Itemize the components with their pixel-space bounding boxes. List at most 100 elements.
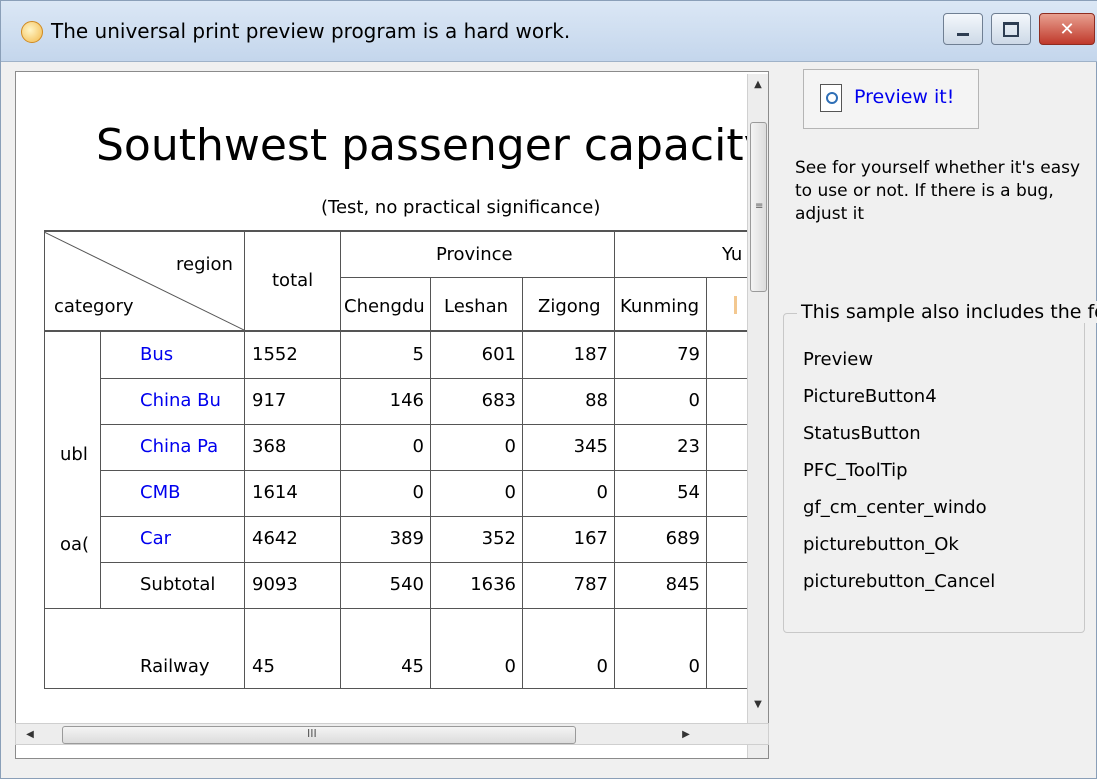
- description-text: See for yourself whether it's easy to us…: [795, 158, 1081, 224]
- column-header: Leshan: [444, 296, 509, 317]
- window-title: The universal print preview program is a…: [51, 19, 571, 43]
- header-group-province: Province: [436, 244, 513, 265]
- row-value: 5: [412, 344, 424, 365]
- row-value: 0: [596, 656, 608, 677]
- preview-button-label: Preview it!: [854, 86, 955, 108]
- group-header-line: [340, 277, 747, 278]
- col-line: [340, 230, 341, 688]
- row-total: 917: [252, 390, 287, 411]
- row-value: 0: [412, 482, 424, 503]
- close-button[interactable]: ✕: [1039, 13, 1095, 45]
- row-value: 601: [481, 344, 516, 365]
- row-value: 352: [481, 528, 516, 549]
- row-value: 683: [481, 390, 516, 411]
- row-label-link[interactable]: China Pa: [140, 436, 218, 458]
- row-value: 187: [573, 344, 608, 365]
- column-header: Zigong: [538, 296, 601, 317]
- row-line: [100, 470, 747, 471]
- vertical-scroll-thumb[interactable]: ≡: [750, 122, 767, 292]
- column-header: Kunming: [620, 296, 700, 317]
- preview-icon: [820, 84, 842, 112]
- app-icon: [21, 21, 43, 43]
- feature-item: PictureButton4: [803, 386, 937, 407]
- row-value: 345: [573, 436, 608, 457]
- col-line: [100, 332, 101, 608]
- header-region: region: [176, 254, 233, 275]
- row-total: 45: [252, 656, 275, 677]
- row-line: [44, 608, 747, 609]
- header-total: total: [272, 270, 314, 291]
- row-value: 0: [596, 482, 608, 503]
- row-line: [100, 516, 747, 517]
- clipped-column-marker: [734, 296, 737, 314]
- row-line: [100, 562, 747, 563]
- row-value: 88: [585, 390, 608, 411]
- minimize-icon: [944, 14, 982, 44]
- row-value: 0: [504, 482, 516, 503]
- row-value: 389: [389, 528, 424, 549]
- header-bottom-line: [44, 330, 747, 332]
- group-label: ubl: [60, 444, 88, 465]
- scroll-left-icon[interactable]: ◀: [20, 724, 40, 744]
- row-value: 1636: [470, 574, 516, 595]
- row-label-link[interactable]: China Bu: [140, 390, 221, 412]
- col-line: [614, 230, 615, 688]
- row-value: 45: [401, 656, 424, 677]
- row-value: 167: [573, 528, 608, 549]
- horizontal-scrollbar[interactable]: ◀ III ▶: [15, 723, 769, 745]
- row-label-link[interactable]: CMB: [140, 482, 180, 504]
- row-value: 146: [389, 390, 424, 411]
- feature-item: picturebutton_Ok: [803, 534, 959, 555]
- table-border-bottom: [44, 688, 747, 689]
- report-subtitle: (Test, no practical significance): [321, 197, 601, 218]
- row-line: [100, 378, 747, 379]
- feature-item: PFC_ToolTip: [803, 460, 908, 481]
- feature-item: gf_cm_center_windo: [803, 497, 987, 518]
- minimize-button[interactable]: [943, 13, 983, 45]
- row-label: Subtotal: [140, 574, 216, 595]
- group-label: oa(: [60, 534, 90, 555]
- scroll-up-icon[interactable]: ▲: [748, 74, 768, 94]
- col-line: [706, 278, 707, 688]
- row-line: [100, 424, 747, 425]
- row-value: 0: [688, 390, 700, 411]
- row-value: 0: [688, 656, 700, 677]
- row-label-link[interactable]: Bus: [140, 344, 173, 366]
- row-value: 0: [412, 436, 424, 457]
- row-value: 23: [677, 436, 700, 457]
- row-value: 0: [504, 436, 516, 457]
- row-total: 1552: [252, 344, 298, 365]
- row-value: 540: [389, 574, 424, 595]
- report-title: Southwest passenger capacity sta: [96, 120, 769, 171]
- row-label: Railway: [140, 656, 210, 677]
- row-value: 79: [677, 344, 700, 365]
- row-total: 1614: [252, 482, 298, 503]
- horizontal-scroll-thumb[interactable]: III: [62, 726, 576, 744]
- feature-item: picturebutton_Cancel: [803, 571, 996, 592]
- row-value: 689: [665, 528, 700, 549]
- close-icon: ✕: [1059, 18, 1075, 40]
- grip-icon: ≡: [755, 201, 764, 212]
- grip-icon: III: [307, 727, 317, 740]
- row-value: 787: [573, 574, 608, 595]
- title-bar[interactable]: The universal print preview program is a…: [1, 1, 1097, 62]
- row-value: 0: [504, 656, 516, 677]
- row-total: 368: [252, 436, 287, 457]
- row-total: 9093: [252, 574, 298, 595]
- row-label-link[interactable]: Car: [140, 528, 171, 550]
- maximize-button[interactable]: [991, 13, 1031, 45]
- app-window: The universal print preview program is a…: [0, 0, 1097, 779]
- scroll-down-icon[interactable]: ▼: [748, 694, 768, 714]
- row-value: 845: [665, 574, 700, 595]
- scroll-right-icon[interactable]: ▶: [676, 724, 696, 744]
- preview-button[interactable]: Preview it!: [803, 69, 979, 129]
- header-category: category: [54, 296, 134, 317]
- feature-group-title: This sample also includes the foll: [797, 301, 1097, 323]
- header-group-second: Yu: [722, 244, 743, 265]
- report-viewport[interactable]: Southwest passenger capacity sta (Test, …: [15, 71, 769, 759]
- feature-item: Preview: [803, 349, 874, 370]
- row-value: 54: [677, 482, 700, 503]
- vertical-scrollbar[interactable]: ▲ ≡ ▼: [747, 74, 768, 758]
- maximize-icon: [992, 14, 1030, 44]
- feature-item: StatusButton: [803, 423, 921, 444]
